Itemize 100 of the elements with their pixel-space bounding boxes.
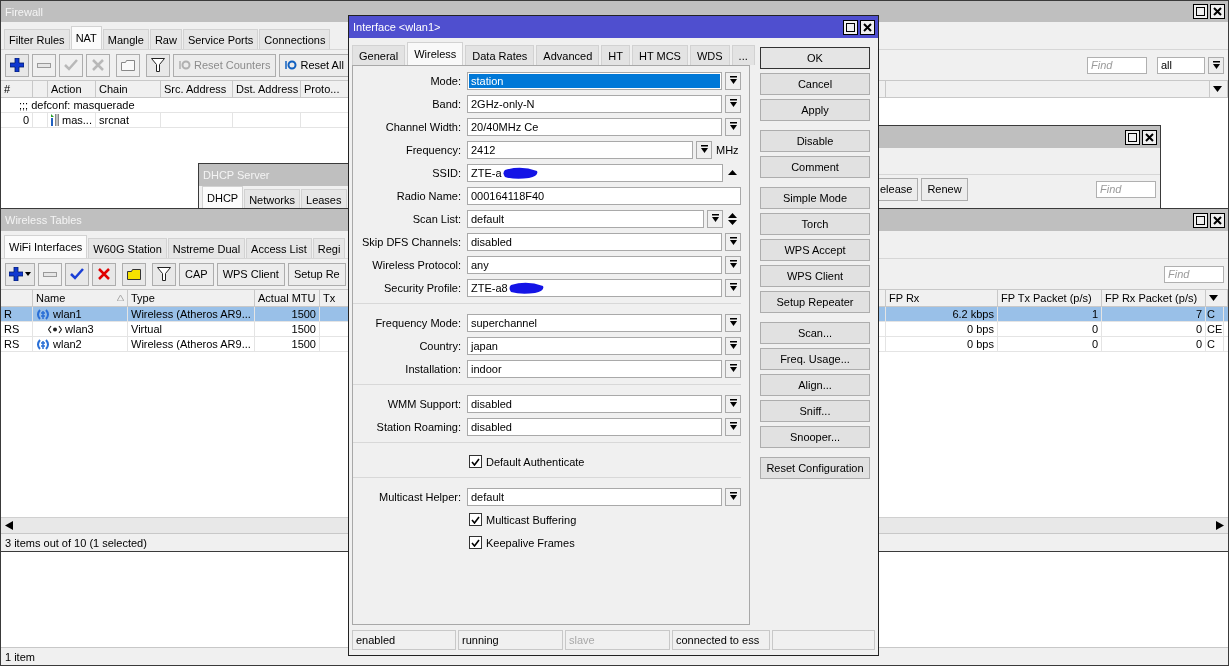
tab[interactable]: WDS [689, 45, 730, 65]
checkbox[interactable] [469, 536, 482, 549]
select-field[interactable]: 20/40MHz Ce [467, 117, 722, 136]
dropdown-button[interactable] [725, 336, 741, 355]
dropdown-button[interactable] [725, 232, 741, 251]
select-field[interactable]: 2GHz-only-N [467, 94, 722, 113]
dialog-button[interactable]: Cancel [760, 73, 870, 95]
disable-button[interactable] [92, 262, 116, 286]
select-field[interactable]: disabled [467, 394, 722, 413]
dropdown-button[interactable] [725, 313, 741, 332]
tab[interactable]: Wireless [407, 42, 464, 65]
dropdown-button[interactable] [696, 140, 712, 159]
tab[interactable]: Connections [259, 29, 331, 49]
maximize-button[interactable] [1193, 4, 1208, 19]
input-field[interactable]: ZTE-a [467, 163, 723, 182]
add-button[interactable] [5, 262, 35, 286]
maximize-button[interactable] [1193, 212, 1208, 228]
dropdown-button[interactable] [725, 255, 741, 274]
tab[interactable]: Data Rates [465, 45, 535, 65]
tab[interactable]: WiFi Interfaces [4, 235, 88, 258]
table-row[interactable]: 6.2 kbps 1 7 C [879, 307, 1228, 322]
tab[interactable]: Service Ports [182, 29, 259, 49]
tab[interactable]: ... [731, 45, 755, 65]
toolbar-button[interactable]: Reset All [279, 53, 348, 77]
close-button[interactable] [1210, 212, 1225, 228]
dialog-button[interactable]: Comment [760, 156, 870, 178]
dialog-button[interactable]: Scan... [760, 322, 870, 344]
select-field[interactable]: japan [467, 336, 722, 355]
filter-button[interactable] [146, 53, 170, 77]
select-field[interactable]: any [467, 255, 722, 274]
dialog-button[interactable]: WPS Client [760, 265, 870, 287]
dialog-button[interactable]: Sniff... [760, 400, 870, 422]
tab[interactable]: Raw [149, 29, 182, 49]
dialog-button[interactable]: Torch [760, 213, 870, 235]
maximize-button[interactable] [843, 19, 858, 35]
dropdown-button[interactable] [725, 394, 741, 413]
toolbar-button[interactable]: Renew [921, 177, 968, 201]
close-button[interactable] [1210, 4, 1225, 19]
dropdown-button[interactable] [1208, 56, 1224, 74]
tab[interactable]: Mangle [102, 29, 149, 49]
dropdown-button[interactable] [725, 278, 741, 297]
input-field[interactable]: 000164118F40 [467, 186, 741, 205]
select-field[interactable]: 2412 [467, 140, 693, 159]
checkbox[interactable] [469, 513, 482, 526]
find-field[interactable]: Find [1087, 56, 1147, 74]
table-row[interactable]: RS wlan3 Virtual 1500 [1, 322, 348, 337]
dropdown-button[interactable] [725, 71, 741, 90]
add-button[interactable] [5, 53, 29, 77]
dialog-button[interactable]: WPS Accept [760, 239, 870, 261]
dropdown-button[interactable] [725, 417, 741, 436]
toolbar-button[interactable]: Setup Re [287, 262, 346, 286]
dialog-button[interactable]: Apply [760, 99, 870, 121]
table-row[interactable]: R wlan1 Wireless (Atheros AR9... 1500 [1, 307, 348, 322]
dialog-button[interactable]: Freq. Usage... [760, 348, 870, 370]
select-field[interactable]: disabled [467, 232, 722, 251]
tab[interactable]: HT MCS [631, 45, 688, 65]
close-button[interactable] [860, 19, 875, 35]
toolbar-button[interactable]: CAP [179, 262, 214, 286]
select-field[interactable]: ZTE-a8 [467, 278, 722, 297]
select-field[interactable]: indoor [467, 359, 722, 378]
dialog-button[interactable]: Align... [760, 374, 870, 396]
select-field[interactable]: superchannel [467, 313, 722, 332]
table-row[interactable]: 0 bps 0 0 C [879, 337, 1228, 352]
dialog-button[interactable]: OK [760, 47, 870, 69]
dialog-button[interactable]: Simple Mode [760, 187, 870, 209]
dialog-button[interactable]: Disable [760, 130, 870, 152]
select-field[interactable]: station [467, 71, 722, 90]
table-row[interactable]: RS wlan2 Wireless (Atheros AR9... 1500 [1, 337, 348, 352]
select-field[interactable]: default [467, 487, 722, 506]
find-field[interactable]: Find [1164, 265, 1224, 283]
select-field[interactable]: disabled [467, 417, 722, 436]
dialog-button[interactable]: Setup Repeater [760, 291, 870, 313]
tab[interactable]: Regi [312, 238, 346, 258]
dropdown-button[interactable] [725, 487, 741, 506]
tab[interactable]: Nstreme Dual [167, 238, 246, 258]
tab[interactable]: Access List [246, 238, 312, 258]
select-field[interactable]: default [467, 209, 704, 228]
dropdown-button[interactable] [725, 359, 741, 378]
toolbar-button[interactable]: WPS Client [216, 262, 285, 286]
tab[interactable]: DHCP [202, 186, 244, 209]
checkbox[interactable] [469, 455, 482, 468]
tab[interactable]: W60G Station [88, 238, 167, 258]
enable-button[interactable] [65, 262, 89, 286]
tab[interactable]: Leases [301, 189, 347, 209]
table-row[interactable]: 0 bps 0 0 CE [879, 322, 1228, 337]
close-button[interactable] [1142, 129, 1157, 145]
comment-button[interactable] [122, 262, 146, 286]
dropdown-button[interactable] [725, 94, 741, 113]
dropdown-button[interactable] [707, 209, 723, 228]
dropdown-button[interactable] [725, 117, 741, 136]
find-field[interactable]: Find [1096, 180, 1156, 198]
tab[interactable]: Filter Rules [4, 29, 70, 49]
scope-field[interactable]: all [1157, 56, 1205, 74]
dialog-button[interactable]: Reset Configuration [760, 457, 870, 479]
dialog-button[interactable]: Snooper... [760, 426, 870, 448]
maximize-button[interactable] [1125, 129, 1140, 145]
tab[interactable]: Advanced [536, 45, 600, 65]
tab[interactable]: General [352, 45, 406, 65]
toolbar-button[interactable]: elease [878, 177, 919, 201]
tab[interactable]: Networks [244, 189, 300, 209]
